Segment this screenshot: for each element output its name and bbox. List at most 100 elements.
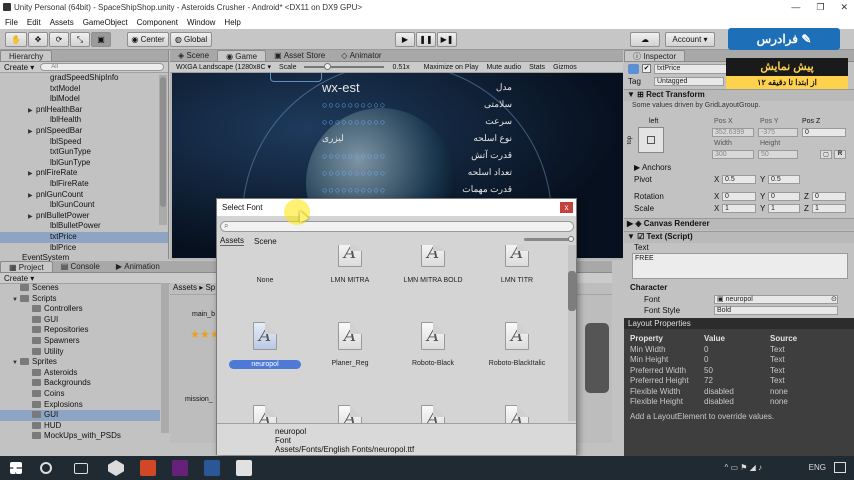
menu-window[interactable]: Window	[187, 18, 215, 27]
tab-animation[interactable]: ▶ Animation	[108, 261, 168, 272]
asset-label-mission[interactable]: mission_	[185, 396, 213, 403]
font-grid-scrollbar[interactable]	[568, 245, 576, 421]
hierarchy-item[interactable]: ▶ pnlBulletPower	[0, 211, 168, 222]
move-tool-icon[interactable]: ✥	[28, 32, 48, 47]
tab-project[interactable]: ▦ Project	[0, 261, 53, 272]
font-item[interactable]: None	[225, 245, 305, 284]
project-folder-item[interactable]: Utility	[0, 347, 160, 358]
font-item[interactable]: A LMN MITRA BOLD	[393, 245, 473, 284]
hierarchy-item[interactable]: ▶ pnlHealthBar	[0, 105, 168, 116]
stats-toggle[interactable]: Stats	[529, 64, 545, 71]
hierarchy-item[interactable]: txtPrice	[0, 231, 168, 243]
project-folder-item[interactable]: Spawners	[0, 336, 160, 347]
rect-transform-header[interactable]: ▼ ⊞ Rect Transform	[624, 89, 854, 101]
hierarchy-item[interactable]: lblPrice	[0, 243, 168, 254]
gizmos-toggle[interactable]: Gizmos	[553, 64, 577, 71]
expand-arrow-icon[interactable]: ▼	[12, 295, 20, 306]
expand-arrow-icon[interactable]: ▶	[28, 106, 36, 117]
tab-asset-store[interactable]: ▣ Asset Store	[266, 50, 333, 61]
hierarchy-item[interactable]: lblBulletPower	[0, 221, 168, 232]
dialog-close-button[interactable]: x	[560, 202, 573, 213]
search-circle-icon[interactable]	[40, 462, 52, 474]
hierarchy-item[interactable]: txtGunType	[0, 147, 168, 158]
posx-field[interactable]: 352.6399	[712, 128, 754, 137]
rot-y-field[interactable]: 0	[768, 192, 800, 201]
tab-hierarchy[interactable]: Hierarchy	[0, 50, 53, 61]
pivot-center-button[interactable]: ◉ Center	[127, 32, 169, 47]
font-item[interactable]: A LMN MITRA	[310, 245, 390, 284]
width-field[interactable]: 300	[712, 150, 754, 159]
font-style-dropdown[interactable]: Bold	[714, 306, 838, 315]
asset-thumbnail-dark[interactable]	[585, 323, 609, 393]
hierarchy-item[interactable]: ▶ pnlGunCount	[0, 190, 168, 201]
font-field[interactable]: ▣ neuropol	[714, 295, 838, 304]
project-tree-scrollbar[interactable]	[161, 283, 169, 433]
menu-file[interactable]: File	[5, 18, 18, 27]
tray-icons[interactable]: ^ ▭ ⚑ ◢ ♪	[724, 463, 762, 472]
hierarchy-scrollbar[interactable]	[159, 75, 167, 225]
project-folder-item[interactable]: Controllers	[0, 304, 160, 315]
powerpoint-icon[interactable]	[140, 460, 156, 476]
hierarchy-create-button[interactable]: Create ▾	[4, 63, 34, 72]
language-indicator[interactable]: ENG	[809, 463, 826, 472]
hand-tool-icon[interactable]: ✋	[5, 32, 27, 47]
pivot-global-button[interactable]: ◍ Global	[170, 32, 212, 47]
project-folder-item[interactable]: ▼ Scripts	[0, 294, 160, 305]
word-icon[interactable]	[204, 460, 220, 476]
close-button[interactable]: ✕	[840, 2, 848, 13]
rotate-tool-icon[interactable]: ⟳	[49, 32, 69, 47]
tab-animator[interactable]: ◇ Animator	[333, 50, 389, 61]
scale-slider[interactable]	[304, 63, 385, 70]
hierarchy-item[interactable]: ▶ pnlSpeedBar	[0, 126, 168, 137]
tab-game[interactable]: ◉ Game	[217, 50, 267, 61]
font-item[interactable]: A	[393, 405, 473, 423]
icon-size-slider-knob[interactable]	[568, 236, 574, 242]
anchors-foldout[interactable]: ▶ Anchors	[624, 163, 854, 174]
expand-arrow-icon[interactable]: ▶	[28, 127, 36, 138]
expand-arrow-icon[interactable]: ▼	[12, 358, 20, 369]
font-item[interactable]: A Planer_Reg	[310, 322, 390, 367]
rot-z-field[interactable]: 0	[812, 192, 846, 201]
project-folder-item[interactable]: Asteroids	[0, 368, 160, 379]
height-field[interactable]: 50	[758, 150, 798, 159]
hierarchy-item[interactable]: lblSpeed	[0, 137, 168, 148]
scale-z-field[interactable]: 1	[812, 204, 846, 213]
hierarchy-item[interactable]: lblGunType	[0, 158, 168, 169]
play-button[interactable]: ▶	[395, 32, 415, 47]
project-folder-item[interactable]: Repositories	[0, 325, 160, 336]
star-icon[interactable]: ★★★★★★★★	[190, 329, 269, 391]
asset-label-main[interactable]: main_b	[192, 311, 215, 318]
cloud-icon[interactable]: ☁	[630, 32, 660, 47]
visual-studio-icon[interactable]	[172, 460, 188, 476]
hierarchy-item[interactable]: lblGunCount	[0, 200, 168, 211]
font-item[interactable]: A	[310, 405, 390, 423]
store-icon[interactable]	[236, 460, 252, 476]
resolution-dropdown[interactable]: WXGA Landscape (1280x8C ▾	[176, 63, 271, 71]
project-folder-item[interactable]: GUI	[0, 410, 160, 421]
step-button[interactable]: ▶❚	[437, 32, 457, 47]
pivot-x-field[interactable]: 0.5	[722, 175, 756, 184]
project-folder-item[interactable]: ▼ Sprites	[0, 357, 160, 368]
tag-dropdown[interactable]: Untagged	[654, 77, 724, 86]
font-grid-scroll-thumb[interactable]	[568, 271, 576, 311]
expand-arrow-icon[interactable]: ▶	[28, 191, 36, 202]
scale-slider-knob[interactable]	[324, 63, 332, 70]
hierarchy-item[interactable]: lblHealth	[0, 115, 168, 126]
project-folder-item[interactable]: Backgrounds	[0, 378, 160, 389]
text-value-area[interactable]: FREE	[632, 253, 848, 279]
project-folder-item[interactable]: Scenes	[0, 283, 160, 294]
project-folder-item[interactable]: MockUps_with_PSDs	[0, 431, 160, 442]
hierarchy-scroll-thumb[interactable]	[160, 77, 166, 207]
posz-field[interactable]: 0	[802, 128, 846, 137]
scale-y-field[interactable]: 1	[768, 204, 800, 213]
font-item[interactable]: A	[477, 405, 557, 423]
tab-scene[interactable]: ◈ Scene	[170, 50, 217, 61]
anchor-preset-button[interactable]	[638, 127, 664, 153]
font-search-input[interactable]: ⌕	[220, 221, 574, 232]
expand-arrow-icon[interactable]: ▶	[28, 169, 36, 180]
tab-inspector[interactable]: ⓘ Inspector	[624, 50, 686, 61]
font-item[interactable]: A Roboto-Black	[393, 322, 473, 367]
project-folder-item[interactable]: GUI	[0, 315, 160, 326]
project-folder-item[interactable]: HUD	[0, 421, 160, 432]
hierarchy-item[interactable]: lblModel	[0, 94, 168, 105]
